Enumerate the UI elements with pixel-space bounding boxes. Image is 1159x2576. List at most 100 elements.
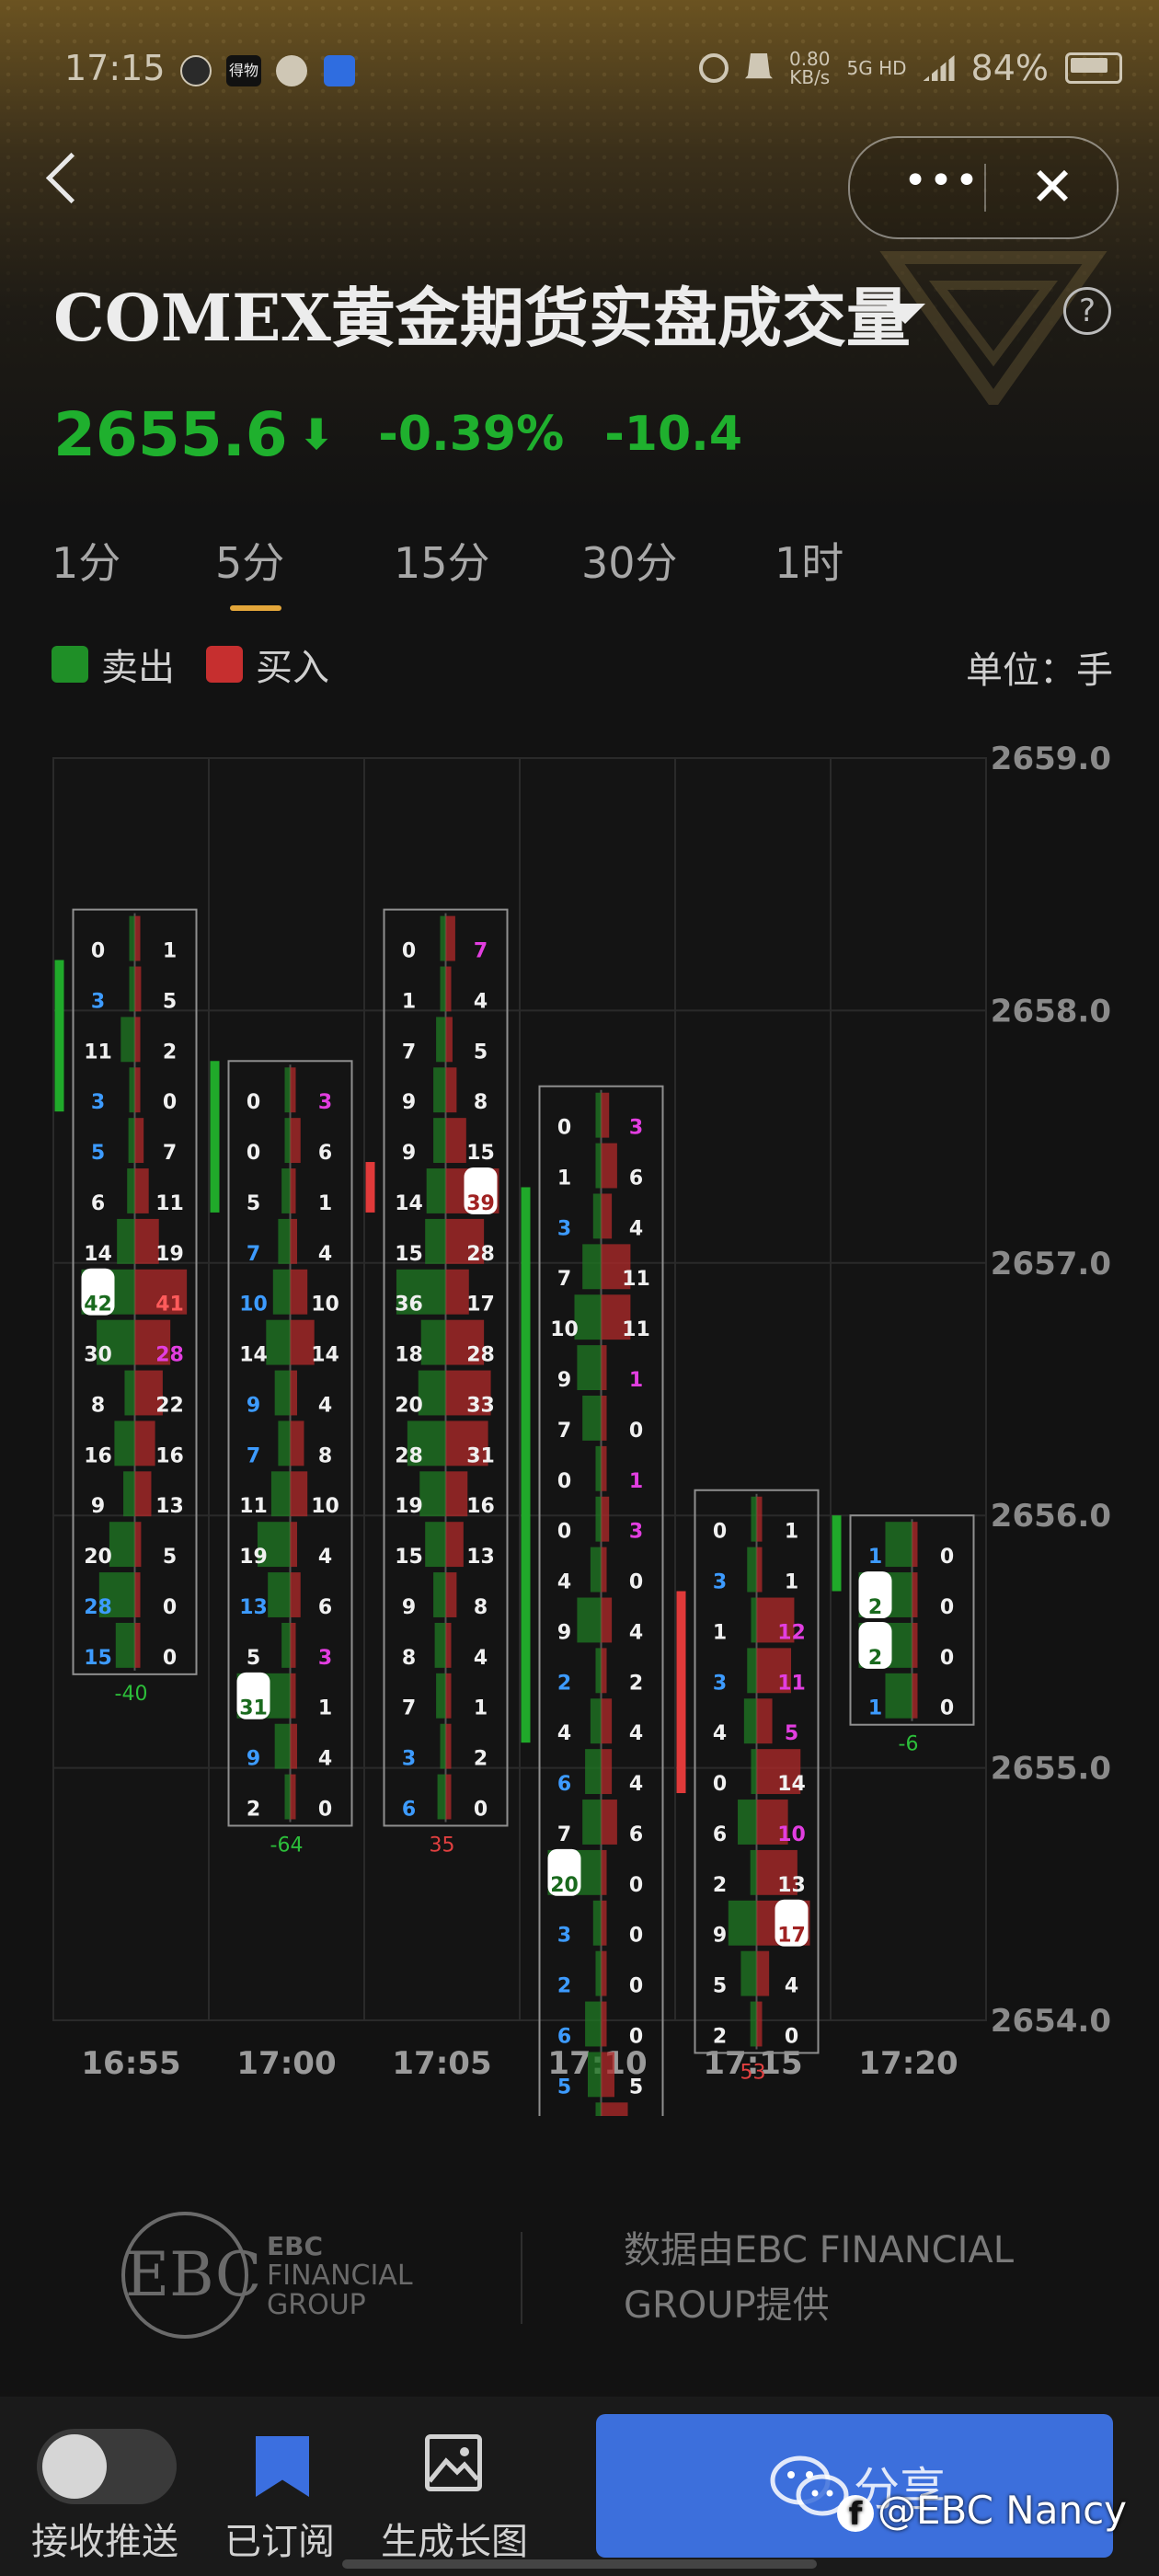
buy-volume-label: 7	[474, 940, 488, 963]
buy-volume-bar	[601, 1900, 607, 1946]
sell-volume-bar	[120, 1017, 135, 1063]
sell-volume-label: 2	[557, 1672, 571, 1695]
sell-volume-bar	[266, 1319, 291, 1365]
sell-volume-label: 14	[84, 1243, 112, 1266]
buy-volume-bar	[134, 1067, 141, 1113]
buy-volume-bar	[290, 1471, 308, 1517]
buy-volume-label: 28	[466, 1243, 495, 1266]
sell-volume-label: 10	[239, 1294, 268, 1317]
sell-volume-label: 5	[91, 1142, 105, 1165]
buy-volume-label: 5	[163, 1546, 177, 1569]
buy-volume-bar	[601, 1143, 617, 1189]
sell-volume-bar	[740, 1950, 757, 1996]
buy-volume-label: 28	[466, 1344, 495, 1367]
push-label[interactable]: 接收推送	[31, 2512, 178, 2565]
buy-volume-label: 33	[466, 1394, 495, 1417]
sell-volume-bar	[588, 2052, 602, 2098]
buy-volume-label: 4	[629, 1217, 643, 1240]
buy-volume-bar	[445, 1723, 452, 1769]
sell-volume-label: 2	[713, 1874, 727, 1897]
candle-delta-label: -64	[270, 1834, 304, 1857]
sell-volume-bar	[436, 1673, 446, 1719]
subscribed-label[interactable]: 已订阅	[224, 2512, 335, 2565]
candle-delta-label: -40	[115, 1683, 148, 1706]
buy-volume-label: 3	[629, 1521, 643, 1544]
buy-volume-bar	[445, 1522, 464, 1568]
sell-volume-bar	[129, 1067, 135, 1113]
sell-volume-bar	[738, 1800, 757, 1845]
sell-volume-label: 20	[550, 1874, 579, 1897]
buy-volume-label: 1	[318, 1697, 332, 1720]
sell-volume-label: 1	[868, 1697, 882, 1720]
buy-volume-bar	[134, 1017, 141, 1063]
time-tick-label: 17:05	[392, 2045, 491, 2082]
sell-volume-label: 9	[713, 1925, 727, 1948]
sell-volume-bar	[577, 1345, 602, 1390]
sell-volume-label: 18	[395, 1344, 423, 1367]
sell-volume-bar	[751, 1496, 757, 1542]
buy-volume-label: 0	[940, 1697, 954, 1720]
sell-volume-label: 4	[713, 1722, 727, 1745]
share-button[interactable]: 分享	[596, 2414, 1113, 2558]
sell-volume-label: 9	[247, 1394, 260, 1417]
buy-volume-bar	[601, 1345, 607, 1390]
buy-volume-label: 8	[318, 1444, 332, 1467]
sell-volume-label: 6	[91, 1192, 105, 1215]
sell-volume-bar	[281, 1622, 291, 1668]
sell-volume-bar	[433, 1572, 446, 1617]
sell-volume-label: 9	[247, 1748, 260, 1771]
sell-volume-bar	[595, 1950, 602, 1996]
buy-volume-bar	[445, 1118, 466, 1164]
sell-volume-label: 0	[91, 940, 105, 963]
buy-volume-label: 0	[163, 1091, 177, 1114]
sell-volume-bar	[590, 1547, 602, 1593]
buy-volume-bar	[134, 1420, 155, 1466]
buy-volume-label: 4	[629, 1773, 643, 1796]
candle-body-bar	[365, 1162, 375, 1213]
candle-delta-label: -6	[899, 1733, 919, 1756]
buy-volume-bar	[134, 915, 141, 961]
buy-volume-bar	[290, 1168, 296, 1213]
sell-volume-bar	[278, 1218, 291, 1264]
buy-volume-label: 6	[318, 1142, 332, 1165]
buy-volume-label: 1	[785, 1521, 798, 1544]
buy-volume-label: 19	[155, 1243, 184, 1266]
buy-volume-bar	[601, 1092, 610, 1138]
buy-volume-bar	[290, 1218, 297, 1264]
buy-volume-bar	[445, 1774, 452, 1820]
sell-volume-bar	[751, 1597, 757, 1643]
buy-volume-bar	[445, 1067, 457, 1113]
buy-volume-label: 4	[318, 1243, 332, 1266]
sell-volume-bar	[433, 1067, 446, 1113]
sell-volume-label: 0	[557, 1117, 571, 1140]
long-image-label[interactable]: 生成长图	[381, 2512, 528, 2565]
buy-volume-bar	[601, 2052, 614, 2098]
buy-volume-label: 11	[622, 1268, 650, 1291]
sell-volume-label: 0	[713, 1773, 727, 1796]
sell-volume-label: 2	[247, 1798, 260, 1821]
sell-volume-bar	[129, 915, 135, 961]
sell-volume-label: 9	[91, 1495, 105, 1518]
sell-volume-bar	[595, 1648, 602, 1694]
buy-volume-label: 0	[163, 1647, 177, 1670]
buy-volume-bar	[756, 1698, 773, 1744]
buy-volume-label: 0	[318, 1798, 332, 1821]
buy-volume-label: 4	[629, 1722, 643, 1745]
sell-volume-label: 9	[402, 1596, 416, 1619]
image-icon[interactable]	[425, 2434, 482, 2491]
candle-body-bar	[676, 1591, 686, 1794]
sell-volume-bar	[437, 1774, 446, 1820]
buy-volume-bar	[601, 1396, 607, 1441]
sell-volume-label: 6	[713, 1823, 727, 1846]
buy-volume-bar	[601, 1648, 607, 1694]
sell-volume-label: 8	[91, 1394, 105, 1417]
buy-volume-label: 13	[466, 1546, 495, 1569]
sell-volume-label: 1	[868, 1546, 882, 1569]
push-toggle[interactable]	[37, 2429, 177, 2504]
sell-volume-label: 7	[247, 1444, 260, 1467]
buy-volume-bar	[134, 1522, 142, 1568]
buy-volume-label: 17	[466, 1294, 495, 1317]
buy-volume-label: 1	[629, 1470, 643, 1493]
sell-volume-bar	[595, 1143, 602, 1189]
buy-volume-bar	[445, 1673, 452, 1719]
